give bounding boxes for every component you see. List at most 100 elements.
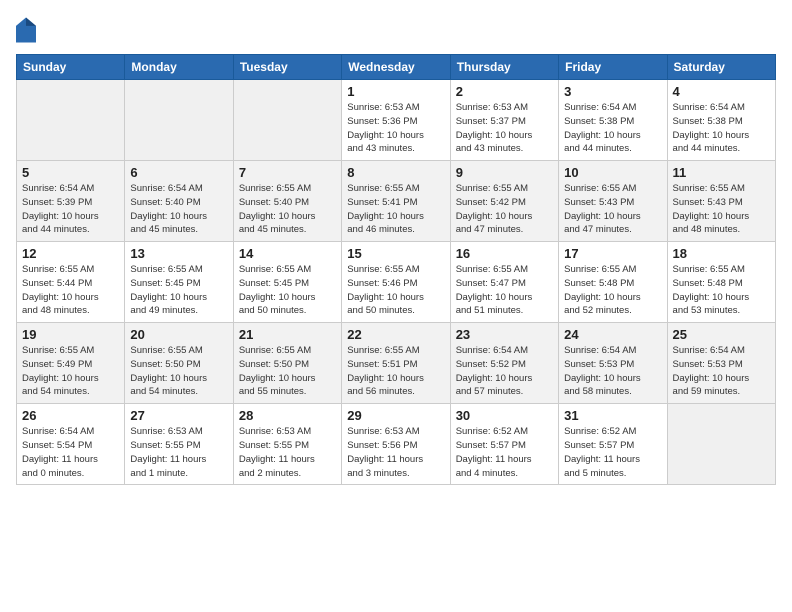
weekday-header: Thursday [450, 55, 558, 80]
calendar-header: SundayMondayTuesdayWednesdayThursdayFrid… [17, 55, 776, 80]
day-info: Sunrise: 6:53 AM Sunset: 5:55 PM Dayligh… [239, 425, 336, 480]
weekday-header: Wednesday [342, 55, 450, 80]
day-number: 23 [456, 327, 553, 342]
day-number: 4 [673, 84, 770, 99]
day-number: 13 [130, 246, 227, 261]
calendar-cell: 30Sunrise: 6:52 AM Sunset: 5:57 PM Dayli… [450, 404, 558, 485]
day-number: 21 [239, 327, 336, 342]
calendar-cell [17, 80, 125, 161]
logo-icon [16, 16, 36, 44]
day-info: Sunrise: 6:55 AM Sunset: 5:49 PM Dayligh… [22, 344, 119, 399]
day-info: Sunrise: 6:54 AM Sunset: 5:53 PM Dayligh… [564, 344, 661, 399]
calendar-cell: 7 Sunrise: 6:55 AM Sunset: 5:40 PM Daylig… [233, 161, 341, 242]
day-info: Sunrise: 6:55 AM Sunset: 5:48 PM Dayligh… [564, 263, 661, 318]
weekday-header: Tuesday [233, 55, 341, 80]
day-info: Sunrise: 6:55 AM Sunset: 5:42 PM Dayligh… [456, 182, 553, 237]
calendar-cell: 24 Sunrise: 6:54 AM Sunset: 5:53 PM Dayli… [559, 323, 667, 404]
day-number: 9 [456, 165, 553, 180]
day-number: 3 [564, 84, 661, 99]
calendar-cell: 13 Sunrise: 6:55 AM Sunset: 5:45 PM Dayli… [125, 242, 233, 323]
day-number: 16 [456, 246, 553, 261]
day-number: 28 [239, 408, 336, 423]
day-info: Sunrise: 6:53 AM Sunset: 5:36 PM Dayligh… [347, 101, 444, 156]
calendar-cell: 21 Sunrise: 6:55 AM Sunset: 5:50 PM Dayli… [233, 323, 341, 404]
day-number: 24 [564, 327, 661, 342]
day-info: Sunrise: 6:52 AM Sunset: 5:57 PM Dayligh… [456, 425, 553, 480]
day-info: Sunrise: 6:54 AM Sunset: 5:52 PM Dayligh… [456, 344, 553, 399]
day-info: Sunrise: 6:55 AM Sunset: 5:41 PM Dayligh… [347, 182, 444, 237]
calendar-cell: 16 Sunrise: 6:55 AM Sunset: 5:47 PM Dayli… [450, 242, 558, 323]
calendar-body: 1 Sunrise: 6:53 AM Sunset: 5:36 PM Daylig… [17, 80, 776, 485]
day-info: Sunrise: 6:55 AM Sunset: 5:45 PM Dayligh… [239, 263, 336, 318]
day-number: 6 [130, 165, 227, 180]
day-number: 31 [564, 408, 661, 423]
day-number: 18 [673, 246, 770, 261]
day-number: 25 [673, 327, 770, 342]
day-number: 14 [239, 246, 336, 261]
day-number: 7 [239, 165, 336, 180]
calendar-cell: 1 Sunrise: 6:53 AM Sunset: 5:36 PM Daylig… [342, 80, 450, 161]
calendar-cell: 11Sunrise: 6:55 AM Sunset: 5:43 PM Dayli… [667, 161, 775, 242]
calendar-cell: 25Sunrise: 6:54 AM Sunset: 5:53 PM Dayli… [667, 323, 775, 404]
day-number: 5 [22, 165, 119, 180]
calendar-cell: 17 Sunrise: 6:55 AM Sunset: 5:48 PM Dayli… [559, 242, 667, 323]
day-number: 22 [347, 327, 444, 342]
day-info: Sunrise: 6:53 AM Sunset: 5:56 PM Dayligh… [347, 425, 444, 480]
calendar-cell: 12 Sunrise: 6:55 AM Sunset: 5:44 PM Dayli… [17, 242, 125, 323]
calendar-cell: 2Sunrise: 6:53 AM Sunset: 5:37 PM Daylig… [450, 80, 558, 161]
day-number: 26 [22, 408, 119, 423]
calendar-table: SundayMondayTuesdayWednesdayThursdayFrid… [16, 54, 776, 485]
day-info: Sunrise: 6:55 AM Sunset: 5:48 PM Dayligh… [673, 263, 770, 318]
calendar-cell: 28 Sunrise: 6:53 AM Sunset: 5:55 PM Dayli… [233, 404, 341, 485]
calendar-cell: 19 Sunrise: 6:55 AM Sunset: 5:49 PM Dayli… [17, 323, 125, 404]
day-number: 20 [130, 327, 227, 342]
day-number: 12 [22, 246, 119, 261]
page-header [16, 16, 776, 44]
day-number: 27 [130, 408, 227, 423]
day-info: Sunrise: 6:54 AM Sunset: 5:54 PM Dayligh… [22, 425, 119, 480]
day-number: 11 [673, 165, 770, 180]
day-info: Sunrise: 6:55 AM Sunset: 5:50 PM Dayligh… [239, 344, 336, 399]
day-info: Sunrise: 6:52 AM Sunset: 5:57 PM Dayligh… [564, 425, 661, 480]
day-info: Sunrise: 6:55 AM Sunset: 5:44 PM Dayligh… [22, 263, 119, 318]
day-number: 2 [456, 84, 553, 99]
calendar-cell: 10 Sunrise: 6:55 AM Sunset: 5:43 PM Dayli… [559, 161, 667, 242]
calendar-cell: 31 Sunrise: 6:52 AM Sunset: 5:57 PM Dayli… [559, 404, 667, 485]
weekday-header: Monday [125, 55, 233, 80]
calendar-cell: 29Sunrise: 6:53 AM Sunset: 5:56 PM Dayli… [342, 404, 450, 485]
day-number: 17 [564, 246, 661, 261]
day-info: Sunrise: 6:55 AM Sunset: 5:47 PM Dayligh… [456, 263, 553, 318]
calendar-week-row: 19 Sunrise: 6:55 AM Sunset: 5:49 PM Dayli… [17, 323, 776, 404]
day-info: Sunrise: 6:55 AM Sunset: 5:51 PM Dayligh… [347, 344, 444, 399]
day-number: 1 [347, 84, 444, 99]
day-number: 15 [347, 246, 444, 261]
weekday-header: Saturday [667, 55, 775, 80]
calendar-cell: 26 Sunrise: 6:54 AM Sunset: 5:54 PM Dayli… [17, 404, 125, 485]
calendar-cell [667, 404, 775, 485]
day-info: Sunrise: 6:54 AM Sunset: 5:39 PM Dayligh… [22, 182, 119, 237]
calendar-cell: 22 Sunrise: 6:55 AM Sunset: 5:51 PM Dayli… [342, 323, 450, 404]
calendar-week-row: 1 Sunrise: 6:53 AM Sunset: 5:36 PM Daylig… [17, 80, 776, 161]
calendar-week-row: 26 Sunrise: 6:54 AM Sunset: 5:54 PM Dayli… [17, 404, 776, 485]
day-info: Sunrise: 6:54 AM Sunset: 5:38 PM Dayligh… [564, 101, 661, 156]
day-number: 10 [564, 165, 661, 180]
day-info: Sunrise: 6:55 AM Sunset: 5:46 PM Dayligh… [347, 263, 444, 318]
calendar-cell: 6 Sunrise: 6:54 AM Sunset: 5:40 PM Daylig… [125, 161, 233, 242]
day-info: Sunrise: 6:54 AM Sunset: 5:38 PM Dayligh… [673, 101, 770, 156]
day-number: 19 [22, 327, 119, 342]
calendar-week-row: 5 Sunrise: 6:54 AM Sunset: 5:39 PM Daylig… [17, 161, 776, 242]
calendar-cell: 20Sunrise: 6:55 AM Sunset: 5:50 PM Dayli… [125, 323, 233, 404]
day-info: Sunrise: 6:54 AM Sunset: 5:40 PM Dayligh… [130, 182, 227, 237]
calendar-cell: 18 Sunrise: 6:55 AM Sunset: 5:48 PM Dayli… [667, 242, 775, 323]
calendar-cell [233, 80, 341, 161]
weekday-header: Friday [559, 55, 667, 80]
day-info: Sunrise: 6:55 AM Sunset: 5:43 PM Dayligh… [564, 182, 661, 237]
calendar-cell: 3 Sunrise: 6:54 AM Sunset: 5:38 PM Daylig… [559, 80, 667, 161]
day-info: Sunrise: 6:55 AM Sunset: 5:40 PM Dayligh… [239, 182, 336, 237]
day-info: Sunrise: 6:55 AM Sunset: 5:45 PM Dayligh… [130, 263, 227, 318]
calendar-week-row: 12 Sunrise: 6:55 AM Sunset: 5:44 PM Dayli… [17, 242, 776, 323]
day-info: Sunrise: 6:53 AM Sunset: 5:55 PM Dayligh… [130, 425, 227, 480]
calendar-cell: 9 Sunrise: 6:55 AM Sunset: 5:42 PM Daylig… [450, 161, 558, 242]
calendar-cell: 27 Sunrise: 6:53 AM Sunset: 5:55 PM Dayli… [125, 404, 233, 485]
calendar-cell: 8Sunrise: 6:55 AM Sunset: 5:41 PM Daylig… [342, 161, 450, 242]
